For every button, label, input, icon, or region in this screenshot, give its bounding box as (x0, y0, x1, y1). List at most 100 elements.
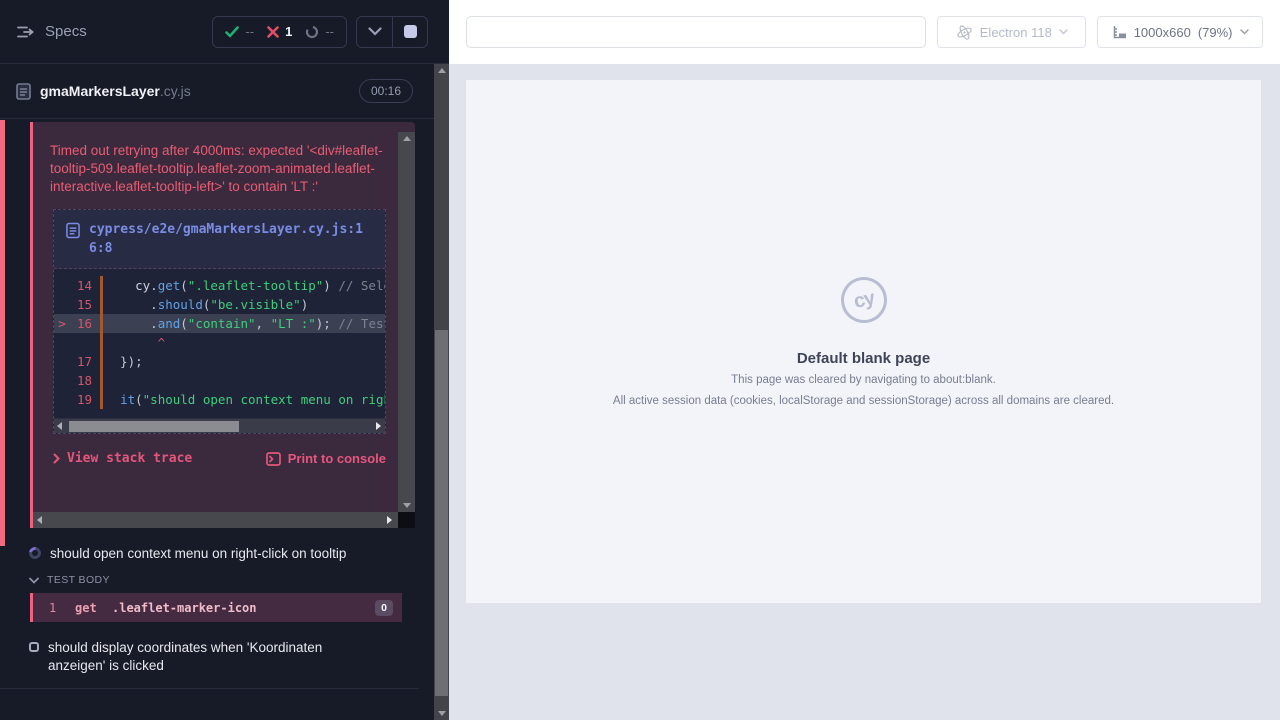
test-body-label: TEST BODY (47, 574, 110, 586)
code-line: >16 .and("contain", "LT :"); // Test (54, 314, 385, 333)
command-log-row[interactable]: 1 get .leaflet-marker-icon 0 (30, 593, 402, 622)
stat-failed: 1 (267, 24, 292, 39)
viewport-select[interactable]: 1000x660 (79%) (1097, 16, 1263, 48)
command-number: 1 (49, 601, 75, 615)
code-snippet: 14 cy.get(".leaflet-tooltip") // Selek15… (54, 269, 385, 418)
run-stats: -- 1 -- (212, 16, 347, 48)
code-line: 19 it("should open context menu on righ (54, 390, 385, 409)
code-frame-header: cypress/e2e/gmaMarkersLayer.cy.js:16:8 (54, 210, 385, 269)
code-line: ^ (54, 333, 385, 352)
error-line-arrow-icon (54, 333, 70, 352)
blank-page-title: Default blank page (466, 350, 1261, 367)
terminal-icon (266, 452, 281, 466)
reporter-scrollbar-thumb[interactable] (435, 330, 448, 696)
electron-icon (956, 24, 973, 41)
scroll-up-icon[interactable] (398, 136, 415, 141)
error-panel: Timed out retrying after 4000ms: expecte… (30, 122, 415, 528)
blank-page-line2: All active session data (cookies, localS… (466, 393, 1261, 409)
url-input[interactable] (466, 16, 926, 48)
chevron-down-icon (368, 27, 382, 36)
error-vscrollbar[interactable] (398, 132, 415, 512)
scroll-up-icon[interactable] (434, 68, 449, 73)
reporter-scrollbar[interactable] (434, 64, 449, 720)
code-hscrollbar[interactable] (54, 418, 385, 433)
stat-passed: -- (225, 24, 254, 39)
print-to-console-button[interactable]: Print to console (266, 451, 386, 466)
error-message: Timed out retrying after 4000ms: expecte… (50, 142, 386, 196)
test-body-toggle[interactable]: TEST BODY (0, 574, 434, 586)
test-title: should open context menu on right-click … (50, 545, 346, 563)
code-line: 18 (54, 371, 385, 390)
test-running-spinner-icon (27, 545, 44, 562)
view-stack-trace-button[interactable]: View stack trace (53, 451, 192, 466)
code-line-text (100, 371, 385, 390)
code-line-text: .should("be.visible") (100, 295, 385, 314)
code-line: 17 }); (54, 352, 385, 371)
command-count-badge: 0 (375, 600, 393, 616)
stop-icon (404, 25, 417, 38)
code-hscrollbar-thumb[interactable] (69, 421, 239, 432)
code-line-text: cy.get(".leaflet-tooltip") // Selek (100, 276, 385, 295)
scroll-down-icon[interactable] (398, 503, 415, 508)
app-root: Specs -- 1 -- (0, 0, 1280, 720)
error-line-arrow-icon (54, 295, 70, 314)
viewport-size: 1000x660 (1134, 25, 1191, 40)
run-controls (356, 16, 428, 48)
stat-running: -- (305, 24, 334, 39)
code-line-text: it("should open context menu on righ (100, 390, 385, 409)
failed-attempt-bar (0, 120, 5, 546)
spec-file-icon (16, 83, 31, 100)
specs-title: Specs (45, 23, 87, 40)
specs-menu-icon[interactable] (16, 24, 35, 40)
browser-select[interactable]: Electron 118 (937, 16, 1086, 48)
error-line-arrow-icon (54, 371, 70, 390)
code-line-number: 18 (70, 371, 92, 390)
test-item-running[interactable]: should open context menu on right-click … (0, 545, 400, 563)
error-actions: View stack trace Print to console (53, 451, 386, 466)
aut-iframe: cy Default blank page This page was clea… (466, 80, 1261, 603)
scroll-left-icon[interactable] (37, 512, 42, 528)
scroll-left-icon[interactable] (57, 419, 62, 433)
test-pending-icon (29, 642, 39, 652)
test-item-pending[interactable]: should display coordinates when 'Koordin… (0, 639, 400, 675)
code-line-text: ^ (100, 333, 385, 352)
stage-panel: Electron 118 1000x660 (79%) cy Default b… (449, 0, 1280, 720)
cypress-logo-icon: cy (836, 273, 891, 328)
scroll-right-icon[interactable] (376, 419, 381, 433)
test-title: should display coordinates when 'Koordin… (48, 639, 378, 675)
reporter-content: Timed out retrying after 4000ms: expecte… (0, 120, 434, 720)
code-line-number: 14 (70, 276, 92, 295)
spec-ext: .cy.js (160, 83, 191, 99)
reporter-panel: Specs -- 1 -- (0, 0, 449, 720)
code-line-text: .and("contain", "LT :"); // Test (100, 314, 385, 333)
code-line-number: 15 (70, 295, 92, 314)
error-line-arrow-icon (54, 276, 70, 295)
stop-button[interactable] (392, 17, 427, 47)
viewport-ruler-icon (1112, 25, 1127, 40)
spec-name: gmaMarkersLayer (40, 83, 160, 99)
code-frame: cypress/e2e/gmaMarkersLayer.cy.js:16:8 1… (53, 209, 386, 434)
x-icon (267, 26, 279, 38)
spec-row[interactable]: gmaMarkersLayer.cy.js 00:16 (0, 64, 449, 119)
chevron-down-icon (29, 577, 39, 584)
chevron-down-icon (1059, 29, 1068, 35)
command-message: .leaflet-marker-icon (112, 601, 257, 615)
code-line-text: }); (100, 352, 385, 371)
code-line-number: 17 (70, 352, 92, 371)
file-icon (66, 222, 80, 239)
reporter-header: Specs -- 1 -- (0, 0, 449, 64)
list-divider (0, 688, 419, 689)
collapse-button[interactable] (357, 17, 392, 47)
error-scroll-area: Timed out retrying after 4000ms: expecte… (33, 122, 398, 512)
scroll-down-icon[interactable] (434, 711, 449, 716)
spec-timer: 00:16 (359, 79, 413, 103)
error-file-link[interactable]: cypress/e2e/gmaMarkersLayer.cy.js:16:8 (89, 220, 373, 258)
error-line-arrow-icon (54, 390, 70, 409)
scroll-right-icon[interactable] (387, 512, 392, 528)
chevron-down-icon (1240, 29, 1249, 35)
code-line-number: 19 (70, 390, 92, 409)
error-hscrollbar[interactable] (33, 512, 398, 528)
scrollbar-corner (398, 512, 415, 528)
code-line: 14 cy.get(".leaflet-tooltip") // Selek (54, 276, 385, 295)
error-line-arrow-icon: > (54, 314, 70, 333)
